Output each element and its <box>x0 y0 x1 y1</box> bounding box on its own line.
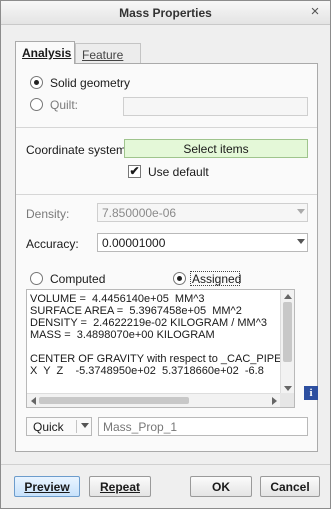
select-items-button[interactable]: Select items <box>124 139 308 158</box>
separator <box>16 194 317 195</box>
scroll-corner <box>280 393 294 407</box>
assigned-radio[interactable] <box>173 272 186 285</box>
preview-button-label: Preview <box>24 480 70 494</box>
horizontal-scrollbar[interactable] <box>27 393 281 407</box>
save-type-value: Quick <box>33 420 64 434</box>
analysis-name-value: Mass_Prop_1 <box>103 420 178 434</box>
solid-geometry-radio[interactable] <box>30 76 43 89</box>
chevron-down-icon <box>297 239 305 244</box>
analysis-name-field[interactable]: Mass_Prop_1 <box>98 417 308 436</box>
results-text-area[interactable]: VOLUME = 4.4456140e+05 MM^3 SURFACE AREA… <box>26 289 295 408</box>
info-icon[interactable]: i <box>304 386 318 400</box>
tab-feature-label: Feature <box>82 48 124 62</box>
close-icon[interactable]: × <box>308 4 322 19</box>
quilt-field[interactable] <box>123 97 308 116</box>
repeat-button[interactable]: Repeat <box>89 476 151 497</box>
coordinate-system-label: Coordinate system: <box>26 143 130 157</box>
divider <box>76 420 77 433</box>
mass-properties-dialog: Mass Properties × Analysis Feature Solid… <box>0 0 331 509</box>
cancel-button[interactable]: Cancel <box>260 476 320 497</box>
quilt-label: Quilt: <box>50 98 79 112</box>
horizontal-scroll-thumb[interactable] <box>39 397 189 404</box>
quilt-radio[interactable] <box>30 98 43 111</box>
ok-button[interactable]: OK <box>190 476 252 497</box>
vertical-scrollbar[interactable] <box>280 290 294 395</box>
repeat-button-label: Repeat <box>99 480 140 494</box>
chevron-down-icon <box>81 423 89 428</box>
density-label: Density: <box>26 207 70 221</box>
accuracy-value: 0.00001000 <box>102 236 166 250</box>
density-dropdown[interactable]: 7.850000e-06 <box>97 203 308 222</box>
tab-feature[interactable]: Feature <box>75 43 141 63</box>
scroll-right-icon[interactable] <box>272 397 277 405</box>
computed-radio[interactable] <box>30 272 43 285</box>
scroll-up-icon[interactable] <box>284 294 292 299</box>
separator <box>1 464 330 465</box>
solid-geometry-label: Solid geometry <box>50 76 131 90</box>
dialog-title: Mass Properties <box>119 6 212 20</box>
use-default-checkbox[interactable]: ✔ <box>128 165 141 178</box>
chevron-down-icon <box>297 209 305 214</box>
separator <box>16 127 317 128</box>
tab-analysis[interactable]: Analysis <box>15 41 75 64</box>
density-value: 7.850000e-06 <box>102 206 177 220</box>
analysis-panel: Solid geometry Quilt: Coordinate system:… <box>15 63 318 452</box>
scroll-down-icon[interactable] <box>284 386 292 391</box>
use-default-label: Use default <box>148 165 209 179</box>
computed-label: Computed <box>50 272 106 286</box>
save-type-dropdown[interactable]: Quick <box>26 417 92 436</box>
preview-button[interactable]: Preview <box>14 476 80 497</box>
accuracy-label: Accuracy: <box>26 237 79 251</box>
title-bar: Mass Properties × <box>1 1 330 25</box>
tab-analysis-label: Analysis <box>22 46 72 60</box>
scroll-left-icon[interactable] <box>31 397 36 405</box>
results-text: VOLUME = 4.4456140e+05 MM^3 SURFACE AREA… <box>30 293 282 377</box>
assigned-label: Assigned <box>192 272 242 286</box>
vertical-scroll-thumb[interactable] <box>283 302 292 362</box>
accuracy-dropdown[interactable]: 0.00001000 <box>97 233 308 252</box>
